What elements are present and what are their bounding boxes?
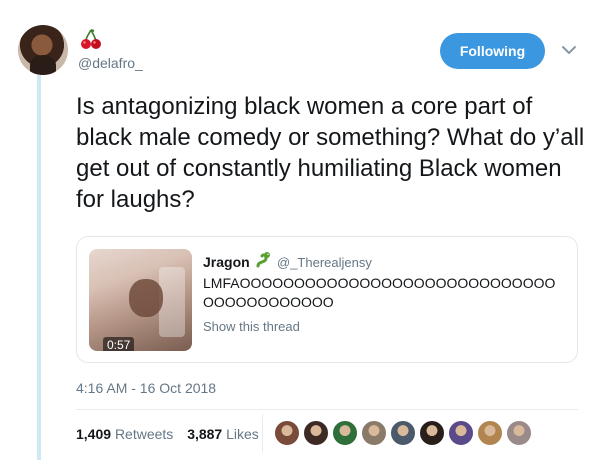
tweet-text: Is antagonizing black women a core part … bbox=[76, 93, 585, 213]
liker-avatar[interactable] bbox=[332, 420, 358, 446]
divider bbox=[76, 409, 578, 410]
stats-divider bbox=[262, 414, 263, 452]
following-button[interactable]: Following bbox=[440, 33, 545, 69]
liker-avatar[interactable] bbox=[448, 420, 474, 446]
video-frame-subject bbox=[129, 279, 163, 317]
quoted-tweet-text: LMFAOOOOOOOOOOOOOOOOOOOOOOOOOOOOOOOOOOOO… bbox=[203, 275, 556, 310]
show-thread-link[interactable]: Show this thread bbox=[203, 319, 300, 334]
liker-avatar[interactable] bbox=[419, 420, 445, 446]
video-frame-shape bbox=[159, 267, 185, 337]
quoted-author-handle[interactable]: @_Therealjensy bbox=[277, 255, 372, 270]
liker-avatar[interactable] bbox=[361, 420, 387, 446]
quoted-author-name[interactable]: Jragon bbox=[203, 254, 250, 270]
quoted-video-thumbnail[interactable]: 0:57 bbox=[89, 249, 192, 351]
likes-label[interactable]: Likes bbox=[226, 426, 259, 442]
chevron-down-icon[interactable] bbox=[560, 44, 578, 56]
cherry-emoji-icon bbox=[81, 29, 101, 49]
user-handle[interactable]: @delafro_ bbox=[78, 55, 143, 71]
retweets-count[interactable]: 1,409 bbox=[76, 426, 111, 442]
likes-count[interactable]: 3,887 bbox=[187, 426, 222, 442]
user-avatar[interactable] bbox=[18, 25, 68, 75]
thread-line bbox=[37, 75, 41, 460]
liker-avatar[interactable] bbox=[506, 420, 532, 446]
liker-avatar[interactable] bbox=[274, 420, 300, 446]
liker-avatar[interactable] bbox=[390, 420, 416, 446]
likers-avatar-row bbox=[274, 420, 532, 446]
retweets-label[interactable]: Retweets bbox=[115, 426, 173, 442]
video-duration: 0:57 bbox=[103, 337, 135, 351]
liker-avatar[interactable] bbox=[303, 420, 329, 446]
tweet-stats: 1,409 Retweets 3,887 Likes bbox=[76, 426, 259, 442]
snake-emoji-icon bbox=[256, 252, 270, 268]
tweet-timestamp[interactable]: 4:16 AM - 16 Oct 2018 bbox=[76, 380, 216, 396]
liker-avatar[interactable] bbox=[477, 420, 503, 446]
